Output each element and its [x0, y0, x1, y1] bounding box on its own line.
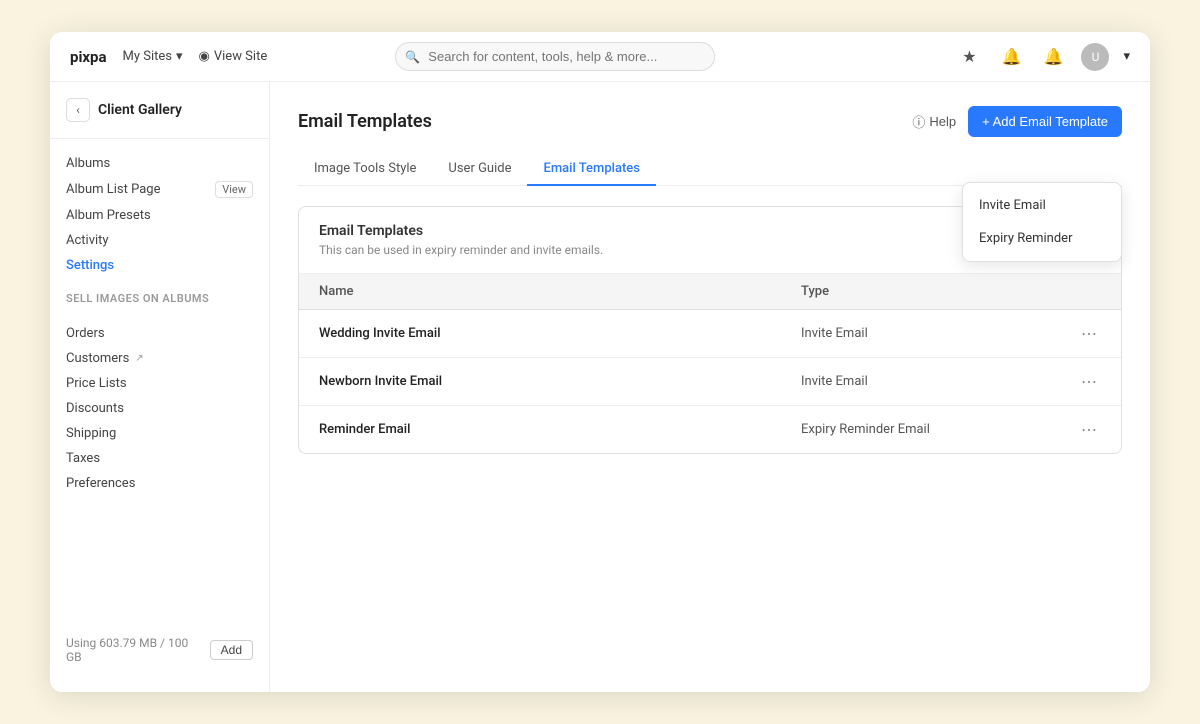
dropdown-menu: Invite Email Expiry Reminder [962, 182, 1122, 262]
main-content: Email Templates ⓘ Help + Add Email Templ… [270, 82, 1150, 692]
dropdown-item-invite-email[interactable]: Invite Email [963, 189, 1121, 222]
app-window: pixpa My Sites ▾ ◉ View Site 🔍 ★ 🔔 🔔 U ▾ [50, 32, 1150, 692]
help-label: Help [929, 114, 956, 129]
chevron-down-icon: ▾ [176, 49, 183, 64]
sidebar-item-label: Taxes [66, 451, 100, 466]
sun-icon[interactable]: ★ [955, 43, 983, 71]
nav-right: ★ 🔔 🔔 U ▾ [955, 43, 1130, 71]
sidebar-item-label: Album List Page [66, 182, 160, 197]
page-title: Email Templates [298, 111, 432, 132]
row-actions: ⋯ [1061, 418, 1101, 441]
avatar[interactable]: U [1081, 43, 1109, 71]
tab-image-tools-style[interactable]: Image Tools Style [298, 153, 432, 186]
sidebar-footer: Using 603.79 MB / 100 GB Add [50, 624, 269, 676]
view-badge[interactable]: View [215, 181, 253, 198]
col-header-name: Name [319, 284, 801, 299]
sidebar: ‹ Client Gallery Albums Album List Page … [50, 82, 270, 692]
row-actions: ⋯ [1061, 370, 1101, 393]
row-name: Wedding Invite Email [319, 326, 801, 341]
tab-user-guide[interactable]: User Guide [432, 153, 527, 186]
top-nav: pixpa My Sites ▾ ◉ View Site 🔍 ★ 🔔 🔔 U ▾ [50, 32, 1150, 82]
sidebar-item-label: Customers [66, 351, 129, 366]
row-actions: ⋯ [1061, 322, 1101, 345]
table-row: Wedding Invite Email Invite Email ⋯ [299, 310, 1121, 358]
row-more-button[interactable]: ⋯ [1077, 418, 1101, 441]
sidebar-item-shipping[interactable]: Shipping [50, 421, 269, 446]
sidebar-item-albums[interactable]: Albums [50, 151, 269, 176]
my-sites-label: My Sites [123, 49, 172, 64]
sidebar-item-label: Discounts [66, 401, 124, 416]
sidebar-back-button[interactable]: ‹ [66, 98, 90, 122]
brand-logo: pixpa [70, 48, 107, 66]
row-type: Invite Email [801, 374, 1061, 389]
sidebar-sell-section: Orders Customers ↗ Price Lists Discounts… [50, 309, 269, 500]
sidebar-item-activity[interactable]: Activity [50, 228, 269, 253]
search-input[interactable] [395, 42, 715, 71]
sidebar-item-label: Albums [66, 156, 110, 171]
my-sites-menu[interactable]: My Sites ▾ [123, 49, 183, 64]
sidebar-item-label: Settings [66, 258, 114, 273]
header-actions: ⓘ Help + Add Email Template [912, 106, 1122, 137]
notification-bell-icon[interactable]: 🔔 [997, 43, 1025, 71]
row-more-button[interactable]: ⋯ [1077, 370, 1101, 393]
alerts-icon[interactable]: 🔔 [1039, 43, 1067, 71]
sidebar-item-label: Price Lists [66, 376, 127, 391]
email-templates-table: Name Type Wedding Invite Email Invite Em… [299, 274, 1121, 453]
view-site-link[interactable]: ◉ View Site [199, 49, 268, 64]
sidebar-item-orders[interactable]: Orders [50, 321, 269, 346]
row-more-button[interactable]: ⋯ [1077, 322, 1101, 345]
storage-text: Using 603.79 MB / 100 GB [66, 636, 202, 664]
col-header-type: Type [801, 284, 1061, 299]
sidebar-main-section: Albums Album List Page View Album Preset… [50, 139, 269, 282]
sidebar-item-taxes[interactable]: Taxes [50, 446, 269, 471]
row-type: Expiry Reminder Email [801, 422, 1061, 437]
row-type: Invite Email [801, 326, 1061, 341]
col-header-actions [1061, 284, 1101, 299]
sidebar-section-label: SELL IMAGES ON ALBUMS [50, 282, 269, 309]
avatar-initials: U [1092, 50, 1100, 64]
search-icon: 🔍 [405, 50, 420, 64]
sidebar-item-preferences[interactable]: Preferences [50, 471, 269, 496]
sidebar-item-album-list-page[interactable]: Album List Page View [50, 176, 269, 203]
sidebar-item-discounts[interactable]: Discounts [50, 396, 269, 421]
sidebar-title: Client Gallery [98, 102, 182, 118]
sidebar-item-label: Preferences [66, 476, 135, 491]
sidebar-item-label: Activity [66, 233, 109, 248]
table-row: Reminder Email Expiry Reminder Email ⋯ [299, 406, 1121, 453]
external-link-icon: ↗ [135, 353, 143, 364]
table-row: Newborn Invite Email Invite Email ⋯ [299, 358, 1121, 406]
sidebar-item-customers[interactable]: Customers ↗ [50, 346, 269, 371]
avatar-chevron-icon: ▾ [1123, 49, 1130, 64]
add-storage-button[interactable]: Add [210, 640, 253, 660]
tab-email-templates[interactable]: Email Templates [527, 153, 655, 186]
sidebar-item-album-presets[interactable]: Album Presets [50, 203, 269, 228]
help-circle-icon: ⓘ [912, 112, 925, 131]
sidebar-item-label: Shipping [66, 426, 116, 441]
table-header: Name Type [299, 274, 1121, 310]
search-bar: 🔍 [395, 42, 715, 71]
page-header: Email Templates ⓘ Help + Add Email Templ… [298, 106, 1122, 137]
add-template-button[interactable]: + Add Email Template [968, 106, 1122, 137]
help-button[interactable]: ⓘ Help [912, 112, 956, 131]
sidebar-item-settings[interactable]: Settings [50, 253, 269, 278]
body-wrap: ‹ Client Gallery Albums Album List Page … [50, 82, 1150, 692]
sidebar-item-price-lists[interactable]: Price Lists [50, 371, 269, 396]
dropdown-item-expiry-reminder[interactable]: Expiry Reminder [963, 222, 1121, 255]
sidebar-item-label: Orders [66, 326, 105, 341]
row-name: Reminder Email [319, 422, 801, 437]
sidebar-item-label: Album Presets [66, 208, 151, 223]
view-site-label: View Site [214, 49, 267, 64]
eye-icon: ◉ [199, 49, 210, 64]
sidebar-header: ‹ Client Gallery [50, 98, 269, 139]
row-name: Newborn Invite Email [319, 374, 801, 389]
